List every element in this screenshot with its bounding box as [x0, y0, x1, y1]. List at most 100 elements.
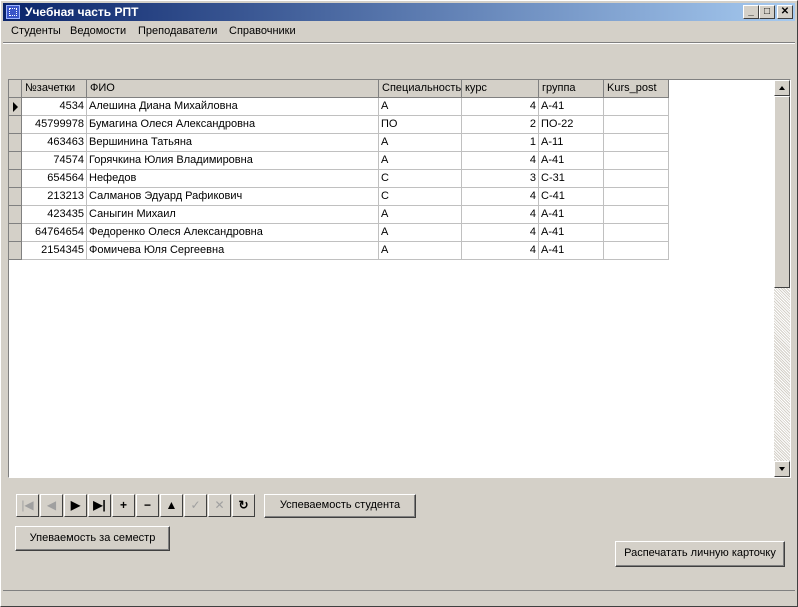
menu-separator: [3, 42, 795, 44]
nav-delete-button[interactable]: −: [136, 494, 159, 517]
table-cell[interactable]: Федоренко Олеся Александровна: [87, 224, 379, 242]
row-indicator[interactable]: [9, 188, 22, 206]
table-cell[interactable]: Алешина Диана Михайловна: [87, 98, 379, 116]
table-cell[interactable]: Вершинина Татьяна: [87, 134, 379, 152]
table-cell[interactable]: Фомичева Юля Сергеевна: [87, 242, 379, 260]
table-cell[interactable]: С-41: [539, 188, 604, 206]
table-cell[interactable]: Салманов Эдуард Рафикович: [87, 188, 379, 206]
nav-prior-button[interactable]: ◀: [40, 494, 63, 517]
grid-header-corner: [9, 80, 22, 98]
row-indicator[interactable]: [9, 98, 22, 116]
students-grid[interactable]: №зачетки ФИО Специальность курс группа Kurs_p…: [8, 79, 791, 478]
table-cell[interactable]: [604, 152, 669, 170]
table-cell[interactable]: [604, 224, 669, 242]
table-cell[interactable]: 4: [462, 152, 539, 170]
menu-references[interactable]: Справочники: [229, 25, 296, 37]
minimize-button[interactable]: _: [743, 5, 759, 19]
table-cell[interactable]: [604, 134, 669, 152]
table-cell[interactable]: А-41: [539, 242, 604, 260]
table-cell[interactable]: А: [379, 98, 462, 116]
table-cell[interactable]: А-41: [539, 152, 604, 170]
nav-insert-button[interactable]: +: [112, 494, 135, 517]
row-indicator[interactable]: [9, 116, 22, 134]
table-cell[interactable]: [604, 98, 669, 116]
arrow-down-icon: [779, 467, 785, 471]
table-cell[interactable]: ПО: [379, 116, 462, 134]
table-cell[interactable]: [604, 170, 669, 188]
nav-next-button[interactable]: ▶: [64, 494, 87, 517]
table-cell[interactable]: А: [379, 134, 462, 152]
table-cell[interactable]: Нефедов: [87, 170, 379, 188]
nav-post-button[interactable]: ✓: [184, 494, 207, 517]
menu-teachers[interactable]: Преподаватели: [138, 25, 217, 37]
nav-edit-button[interactable]: ▲: [160, 494, 183, 517]
table-cell[interactable]: 4: [462, 224, 539, 242]
table-cell[interactable]: С-31: [539, 170, 604, 188]
table-cell[interactable]: ПО-22: [539, 116, 604, 134]
row-indicator[interactable]: [9, 224, 22, 242]
row-indicator[interactable]: [9, 152, 22, 170]
column-header[interactable]: №зачетки: [22, 80, 87, 98]
table-cell[interactable]: 423435: [22, 206, 87, 224]
vertical-scrollbar[interactable]: [774, 80, 790, 477]
title-bar[interactable]: Учебная часть РПТ _ □ ✕: [3, 3, 795, 21]
table-cell[interactable]: А-41: [539, 224, 604, 242]
table-cell[interactable]: А: [379, 152, 462, 170]
nav-last-button[interactable]: ▶|: [88, 494, 111, 517]
table-cell[interactable]: С: [379, 188, 462, 206]
row-indicator[interactable]: [9, 242, 22, 260]
table-cell[interactable]: 2154345: [22, 242, 87, 260]
column-header[interactable]: группа: [539, 80, 604, 98]
nav-first-button[interactable]: |◀: [16, 494, 39, 517]
column-header[interactable]: курс: [462, 80, 539, 98]
menu-statements[interactable]: Ведомости: [70, 25, 126, 37]
table-cell[interactable]: А-41: [539, 98, 604, 116]
table-cell[interactable]: Горячкина Юлия Владимировна: [87, 152, 379, 170]
table-cell[interactable]: 463463: [22, 134, 87, 152]
table-cell[interactable]: А: [379, 224, 462, 242]
row-indicator[interactable]: [9, 170, 22, 188]
table-cell[interactable]: А: [379, 206, 462, 224]
table-cell[interactable]: [604, 116, 669, 134]
student-progress-button[interactable]: Успеваемость студента: [264, 494, 416, 518]
maximize-button[interactable]: □: [759, 5, 775, 19]
table-cell[interactable]: 3: [462, 170, 539, 188]
nav-refresh-button[interactable]: ↻: [232, 494, 255, 517]
table-cell[interactable]: 4534: [22, 98, 87, 116]
table-cell[interactable]: С: [379, 170, 462, 188]
app-icon: [6, 5, 20, 19]
table-cell[interactable]: 4: [462, 242, 539, 260]
table-cell[interactable]: 45799978: [22, 116, 87, 134]
semester-progress-button[interactable]: Упеваемость за семестр: [15, 526, 170, 551]
column-header[interactable]: Специальность: [379, 80, 462, 98]
scroll-down-button[interactable]: [774, 461, 790, 477]
scroll-thumb[interactable]: [774, 96, 790, 288]
table-cell[interactable]: 213213: [22, 188, 87, 206]
table-cell[interactable]: [604, 206, 669, 224]
print-card-button[interactable]: Распечатать личную карточку: [615, 541, 785, 567]
column-header[interactable]: ФИО: [87, 80, 379, 98]
column-header[interactable]: Kurs_post: [604, 80, 669, 98]
table-cell[interactable]: Бумагина Олеся Александровна: [87, 116, 379, 134]
table-cell[interactable]: А-41: [539, 206, 604, 224]
table-cell[interactable]: 2: [462, 116, 539, 134]
arrow-up-icon: [779, 86, 785, 90]
close-button[interactable]: ✕: [777, 5, 793, 19]
scroll-up-button[interactable]: [774, 80, 790, 96]
nav-cancel-button[interactable]: ✕: [208, 494, 231, 517]
table-cell[interactable]: 64764654: [22, 224, 87, 242]
table-cell[interactable]: 1: [462, 134, 539, 152]
table-cell[interactable]: [604, 242, 669, 260]
table-cell[interactable]: 4: [462, 206, 539, 224]
table-cell[interactable]: Саныгин Михаил: [87, 206, 379, 224]
table-cell[interactable]: [604, 188, 669, 206]
table-cell[interactable]: А-11: [539, 134, 604, 152]
table-cell[interactable]: 4: [462, 98, 539, 116]
table-cell[interactable]: 74574: [22, 152, 87, 170]
table-cell[interactable]: А: [379, 242, 462, 260]
row-indicator[interactable]: [9, 134, 22, 152]
table-cell[interactable]: 4: [462, 188, 539, 206]
menu-students[interactable]: Студенты: [11, 25, 61, 37]
table-cell[interactable]: 654564: [22, 170, 87, 188]
row-indicator[interactable]: [9, 206, 22, 224]
